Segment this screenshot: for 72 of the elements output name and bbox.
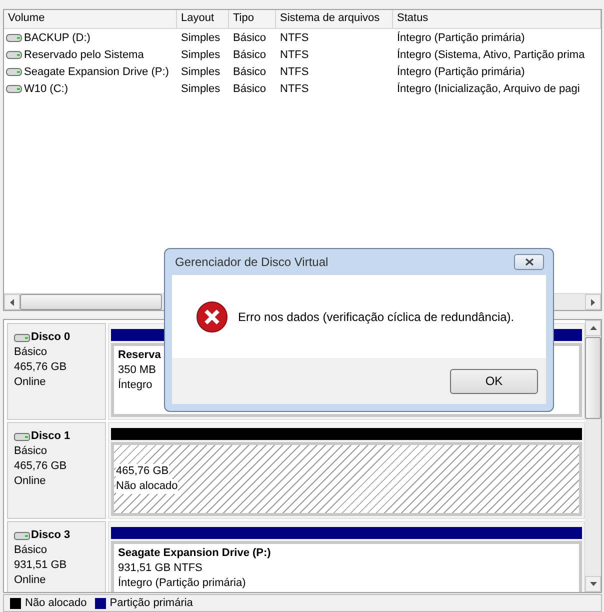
table-cell-text: Básico bbox=[232, 32, 268, 44]
partition-detail: Íntegro bbox=[118, 378, 152, 393]
table-cell: BACKUP (D:) bbox=[4, 32, 177, 44]
drive-icon bbox=[14, 532, 30, 540]
disk-status: Online bbox=[14, 573, 47, 588]
partition-title: Reserva bbox=[118, 348, 161, 363]
error-icon bbox=[196, 300, 228, 332]
legend-label: Partição primária bbox=[110, 597, 193, 609]
partition-detail: Íntegro (Partição primária) bbox=[118, 576, 246, 591]
column-header[interactable]: Sistema de arquivos bbox=[276, 10, 393, 28]
disk-info-panel[interactable]: Disco 0 Básico 465,76 GB Online bbox=[7, 323, 106, 420]
partition-detail: 465,76 GB bbox=[116, 464, 169, 479]
legend-label: Não alocado bbox=[25, 597, 87, 609]
disk-name: Disco 0 bbox=[31, 330, 70, 345]
partition-title: Seagate Expansion Drive (P:) bbox=[118, 546, 271, 561]
table-cell-text: NTFS bbox=[279, 32, 310, 44]
partition-block[interactable]: Seagate Expansion Drive (P:) 931,51 GB NTFS Íntegro (Partição primária) bbox=[111, 541, 582, 592]
close-icon bbox=[524, 258, 534, 266]
disk-type: Básico bbox=[14, 345, 48, 360]
disk-type: Básico bbox=[14, 543, 48, 558]
table-cell-text: Simples bbox=[180, 48, 222, 60]
disk-size: 465,76 GB bbox=[14, 360, 68, 375]
error-message: Erro nos dados (verificação cíclica de redundância). bbox=[238, 310, 514, 324]
scrollbar-thumb[interactable] bbox=[20, 294, 162, 310]
disk-size: 465,76 GB bbox=[14, 459, 68, 474]
disk-info-panel[interactable]: Disco 1 Básico 465,76 GB Online bbox=[7, 422, 106, 519]
table-cell: W10 (C:) bbox=[4, 82, 177, 94]
disk-size: 931,51 GB bbox=[14, 558, 68, 573]
scrollbar-thumb[interactable] bbox=[585, 337, 601, 419]
disk-status: Online bbox=[14, 474, 47, 489]
column-header[interactable]: Tipo bbox=[229, 10, 276, 28]
ok-button[interactable]: OK bbox=[450, 368, 538, 394]
disk-info-panel[interactable]: Disco 3 Básico 931,51 GB Online bbox=[7, 521, 106, 592]
drive-icon bbox=[14, 334, 30, 342]
table-cell-text: Básico bbox=[232, 82, 268, 94]
partition-detail: Não alocado bbox=[116, 479, 178, 494]
table-cell-text: Simples bbox=[180, 66, 222, 78]
table-cell-text: Básico bbox=[232, 66, 268, 78]
table-cell-text: Íntegro (Inicialização, Arquivo de pagi bbox=[396, 82, 581, 94]
table-cell-text: NTFS bbox=[279, 82, 310, 94]
drive-icon bbox=[14, 432, 30, 440]
table-cell-text: Básico bbox=[232, 48, 268, 60]
disk-name: Disco 3 bbox=[31, 528, 70, 543]
table-cell-text: Íntegro (Partição primária) bbox=[396, 66, 526, 78]
partition-detail: 931,51 GB NTFS bbox=[118, 561, 202, 576]
drive-icon bbox=[6, 84, 22, 92]
close-button[interactable] bbox=[514, 254, 544, 270]
column-header[interactable]: Volume bbox=[4, 10, 177, 28]
vertical-scrollbar[interactable] bbox=[585, 320, 601, 592]
disk-type: Básico bbox=[14, 444, 48, 459]
table-cell-text: NTFS bbox=[279, 66, 310, 78]
table-cell: Seagate Expansion Drive (P:) bbox=[4, 66, 177, 78]
drive-icon bbox=[6, 34, 22, 42]
drive-icon bbox=[6, 50, 22, 58]
table-cell: Reservado pelo Sistema bbox=[4, 48, 177, 60]
column-header[interactable]: Layout bbox=[177, 10, 229, 28]
table-cell-text: Simples bbox=[180, 32, 222, 44]
table-cell-text: NTFS bbox=[279, 48, 310, 60]
partition-block[interactable]: 465,76 GB Não alocado bbox=[111, 442, 582, 516]
disk-name: Disco 1 bbox=[31, 429, 70, 444]
scroll-down-icon[interactable] bbox=[590, 582, 596, 586]
scroll-left-icon[interactable] bbox=[10, 298, 14, 306]
partition-detail: 350 MB bbox=[118, 363, 156, 378]
column-header[interactable]: Status bbox=[393, 10, 601, 28]
dialog-title: Gerenciador de Disco Virtual bbox=[175, 255, 328, 269]
table-cell-text: Íntegro (Partição primária) bbox=[396, 32, 526, 44]
scroll-up-icon[interactable] bbox=[590, 326, 596, 330]
drive-icon bbox=[6, 68, 22, 76]
disk-status: Online bbox=[14, 375, 47, 390]
scroll-right-icon[interactable] bbox=[591, 298, 595, 306]
table-cell-text: Simples bbox=[180, 82, 222, 94]
table-cell-text: Íntegro (Sistema, Ativo, Partição prima bbox=[396, 48, 586, 60]
